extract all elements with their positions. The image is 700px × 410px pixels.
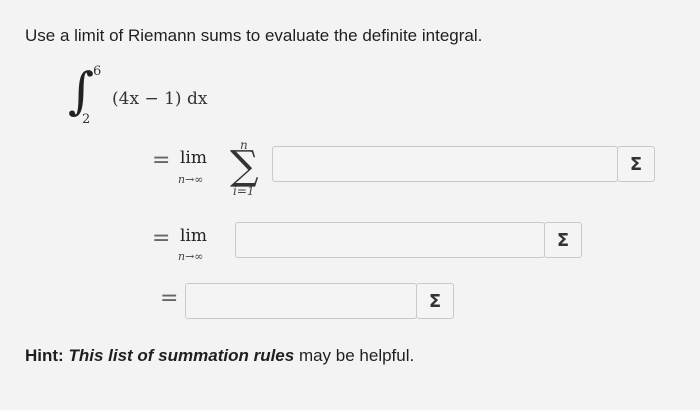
integral-lower-limit: 2 xyxy=(82,112,91,127)
equals-sign: = xyxy=(152,148,171,173)
summation-icon: ∑ xyxy=(230,143,259,189)
integral-upper-limit: 6 xyxy=(93,64,102,79)
sigma-button-1[interactable]: Σ xyxy=(617,146,655,182)
answer-field-2[interactable] xyxy=(235,222,545,258)
summation-rules-link[interactable]: This list of summation rules xyxy=(68,346,294,365)
hint: Hint: This list of summation rules may b… xyxy=(25,346,414,366)
hint-suffix: may be helpful. xyxy=(294,346,415,365)
question-prompt: Use a limit of Riemann sums to evaluate … xyxy=(25,26,483,45)
answer-field-1[interactable] xyxy=(272,146,618,182)
equals-sign: = xyxy=(152,226,171,251)
sigma-button-2[interactable]: Σ xyxy=(544,222,582,258)
integrand: (4x − 1) dx xyxy=(112,89,208,109)
hint-label: Hint: xyxy=(25,346,64,365)
limit-subscript: n→∞ xyxy=(178,173,204,186)
limit-label: lim xyxy=(180,226,207,246)
equals-sign: = xyxy=(160,286,179,311)
answer-field-3[interactable] xyxy=(185,283,417,319)
integral-sign: ∫ xyxy=(68,62,95,120)
limit-subscript: n→∞ xyxy=(178,250,204,263)
summation-lower: i=1 xyxy=(233,184,255,198)
limit-label: lim xyxy=(180,148,207,168)
sigma-button-3[interactable]: Σ xyxy=(416,283,454,319)
